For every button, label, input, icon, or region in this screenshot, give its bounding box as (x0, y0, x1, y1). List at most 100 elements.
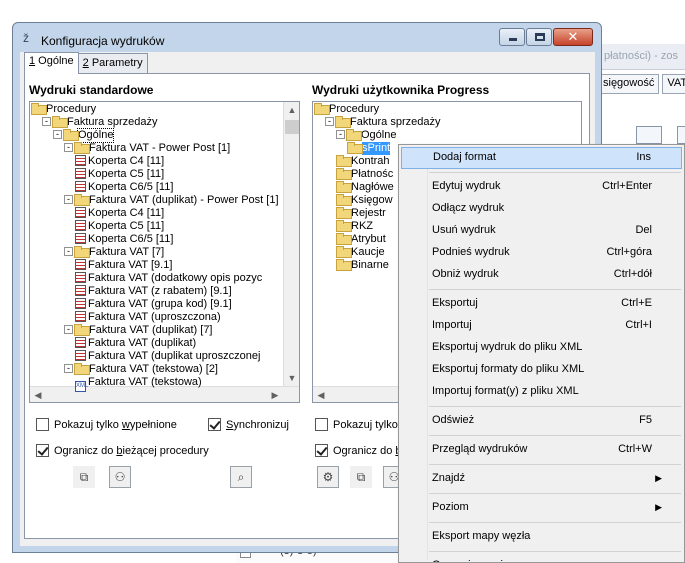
checkbox-box[interactable] (36, 444, 49, 457)
copy-button[interactable]: ⧉ (350, 466, 372, 488)
scroll-thumb[interactable] (285, 120, 299, 134)
tree-node-label: Koperta C4 [11] (88, 207, 165, 219)
collapse-toggle-icon[interactable]: - (325, 117, 334, 126)
user-show-filled-only-checkbox[interactable]: Pokazuj tylko (315, 418, 398, 431)
tree-folder-node[interactable]: Binarne (336, 259, 389, 272)
collapse-toggle-icon[interactable]: - (64, 247, 73, 256)
dialog-titlebar[interactable]: ž Konfiguracja wydruków ✕ (13, 23, 601, 53)
tree-folder-node[interactable]: Nagłówe (336, 181, 394, 194)
checkbox-box[interactable] (315, 418, 328, 431)
tree-print-node[interactable]: Koperta C5 [11] (75, 220, 164, 233)
menu-item[interactable]: Obniż wydruk Ctrl+dół (401, 264, 682, 285)
checkbox-box[interactable] (315, 444, 328, 457)
synchronize-checkbox[interactable]: Synchronizuj (208, 418, 289, 431)
tree-folder-node[interactable]: Płatnośc (336, 168, 393, 181)
collapse-toggle-icon[interactable]: - (64, 364, 73, 373)
tree-print-node[interactable]: XMLFaktura VAT (tekstowa) (75, 376, 202, 392)
tree-folder-node[interactable]: Atrybut (336, 233, 386, 246)
menu-item[interactable]: Znajdź ▶ (401, 468, 682, 489)
menu-item[interactable]: Eksportuj Ctrl+E (401, 293, 682, 314)
scroll-left-arrow-icon[interactable]: ◀ (30, 387, 46, 402)
user-limit-to-procedure-checkbox[interactable]: Ogranicz do bi (315, 444, 404, 457)
checkbox-box[interactable] (208, 418, 221, 431)
tree-folder-node[interactable]: - Ogólne (336, 129, 396, 142)
menu-item[interactable]: Eksport mapy węzła (401, 526, 682, 547)
tree-folder-node[interactable]: - Faktura VAT (tekstowa) [2] (64, 363, 218, 376)
scroll-left-arrow-icon[interactable]: ◀ (313, 387, 329, 402)
background-tab-ksiegowosc[interactable]: sięgowość (598, 74, 660, 94)
tree-node-label: Koperta C6/5 [11] (88, 181, 174, 193)
menu-item[interactable]: Importuj Ctrl+I (401, 315, 682, 336)
tab-ogolne[interactable]: 1 Ogólne (24, 52, 79, 74)
tree-folder-node[interactable]: - Faktura VAT (duplikat) [7] (64, 324, 213, 337)
xml-file-icon: XML (75, 381, 88, 392)
tree-folder-node[interactable]: Księgow (336, 194, 393, 207)
copy-button[interactable]: ⧉ (73, 466, 95, 488)
collapse-toggle-icon[interactable]: - (336, 130, 345, 139)
menu-item[interactable]: Operacje seryjne (401, 555, 682, 562)
tree-print-node[interactable]: Faktura VAT (grupa kod) [9.1] (75, 298, 232, 311)
collapse-toggle-icon[interactable]: - (64, 325, 73, 334)
tree-folder-node[interactable]: sPrint (347, 142, 391, 155)
limit-to-procedure-checkbox[interactable]: Ogranicz do bieżącej procedury (36, 444, 209, 457)
menu-item[interactable]: Podnieś wydruk Ctrl+góra (401, 242, 682, 263)
tree-print-node[interactable]: Faktura VAT (duplikat uproszczonej (75, 350, 260, 363)
tree-print-node[interactable]: Faktura VAT (dodatkowy opis pozyc (75, 272, 262, 285)
menu-item[interactable]: Eksportuj wydruk do pliku XML (401, 337, 682, 358)
tree-folder-node[interactable]: - Faktura sprzedaży (42, 116, 157, 129)
search-button[interactable]: ⌕ (230, 466, 252, 488)
show-filled-only-checkbox[interactable]: Pokazuj tylko wypełnione (36, 418, 177, 431)
close-button[interactable]: ✕ (553, 28, 593, 46)
background-search-button[interactable] (636, 126, 662, 144)
standard-tree-vscrollbar[interactable]: ▲ ▼ (283, 102, 299, 402)
scroll-right-arrow-icon[interactable]: ▶ (267, 387, 283, 402)
tree-folder-node[interactable]: - Faktura VAT [7] (64, 246, 164, 259)
tree-print-node[interactable]: Faktura VAT (duplikat) (75, 337, 196, 350)
settings-button[interactable]: ⚙ (317, 466, 339, 488)
menu-item[interactable]: Przegląd wydruków Ctrl+W (401, 439, 682, 460)
submenu-arrow-icon: ▶ (655, 502, 662, 512)
tree-print-node[interactable]: Koperta C5 [11] (75, 168, 164, 181)
tree-print-node[interactable]: Koperta C4 [11] (75, 155, 164, 168)
menu-item[interactable]: Dodaj format Ins (401, 147, 682, 169)
maximize-button[interactable] (526, 28, 552, 46)
menu-item[interactable]: Odśwież F5 (401, 410, 682, 431)
tree-folder-node[interactable]: Rejestr (336, 207, 386, 220)
tree-print-node[interactable]: Faktura VAT (uproszczona) (75, 311, 221, 324)
background-next-button[interactable] (677, 126, 685, 144)
tree-print-node[interactable]: Koperta C4 [11] (75, 207, 164, 220)
tab-parametry[interactable]: 2 Parametry (77, 53, 148, 74)
tree-folder-node[interactable]: Procedury (314, 103, 379, 116)
find-binoculars-button[interactable]: ⚇ (109, 466, 131, 488)
menu-item[interactable]: Odłącz wydruk (401, 198, 682, 219)
tree-folder-node[interactable]: - Faktura sprzedaży (325, 116, 440, 129)
scroll-down-arrow-icon[interactable]: ▼ (284, 370, 299, 386)
tree-folder-node[interactable]: Kaucje (336, 246, 385, 259)
menu-item[interactable]: Poziom ▶ (401, 497, 682, 518)
tree-folder-node[interactable]: - Ogólne (53, 128, 115, 143)
print-document-icon (75, 155, 86, 166)
collapse-toggle-icon[interactable]: - (64, 143, 73, 152)
tree-print-node[interactable]: Faktura VAT (z rabatem) [9.1] (75, 285, 232, 298)
tree-folder-node[interactable]: Kontrah (336, 155, 390, 168)
tree-node-label: Faktura VAT (tekstowa) [2] (89, 363, 218, 375)
background-tab-vat[interactable]: VAT (662, 74, 685, 94)
collapse-toggle-icon[interactable]: - (64, 195, 73, 204)
menu-item[interactable]: Edytuj wydruk Ctrl+Enter (401, 176, 682, 197)
tree-folder-node[interactable]: - Faktura VAT - Power Post [1] (64, 142, 230, 155)
menu-item[interactable]: Importuj format(y) z pliku XML (401, 381, 682, 402)
tree-folder-node[interactable]: - Faktura VAT (duplikat) - Power Post [1] (64, 194, 279, 207)
standard-prints-tree[interactable]: ▲ ▼ ◀ ▶ Procedury - Faktura sprzedaży - Ogól… (29, 101, 300, 403)
scroll-up-arrow-icon[interactable]: ▲ (284, 102, 299, 118)
menu-item[interactable]: Usuń wydruk Del (401, 220, 682, 241)
minimize-button[interactable] (499, 28, 525, 46)
tree-print-node[interactable]: Koperta C6/5 [11] (75, 233, 173, 246)
tree-print-node[interactable]: Koperta C6/5 [11] (75, 181, 173, 194)
collapse-toggle-icon[interactable]: - (53, 130, 62, 139)
tree-folder-node[interactable]: Procedury (31, 103, 96, 116)
collapse-toggle-icon[interactable]: - (42, 117, 51, 126)
checkbox-box[interactable] (36, 418, 49, 431)
menu-item[interactable]: Eksportuj formaty do pliku XML (401, 359, 682, 380)
tree-print-node[interactable]: Faktura VAT [9.1] (75, 259, 172, 272)
tree-folder-node[interactable]: RKZ (336, 220, 373, 233)
